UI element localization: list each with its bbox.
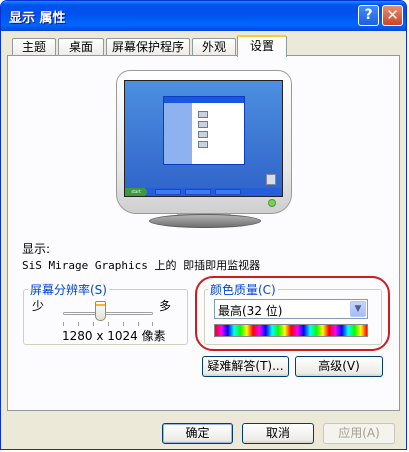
chevron-down-icon[interactable]: ▼ <box>350 301 366 317</box>
slider-tick <box>123 322 124 326</box>
slider-tick <box>108 322 109 326</box>
color-quality-select[interactable]: 最高(32 位) ▼ <box>214 299 368 319</box>
title-bar[interactable]: 显示 属性 ? ✕ <box>1 1 406 31</box>
cancel-button[interactable]: 取消 <box>242 423 314 444</box>
slider-tick <box>138 322 139 326</box>
task-item <box>185 189 211 195</box>
resolution-slider-track[interactable] <box>63 312 153 315</box>
advanced-button[interactable]: 高级(V) <box>295 356 383 377</box>
display-label: 显示: <box>22 242 51 256</box>
color-quality-selected-value: 最高(32 位) <box>218 304 283 318</box>
color-spectrum-preview <box>214 324 368 337</box>
window-title: 显示 属性 <box>9 11 66 26</box>
preview-window <box>163 96 245 165</box>
display-device-name: SiS Mirage Graphics 上的 即插即用监视器 <box>22 259 261 272</box>
troubleshoot-button[interactable]: 疑难解答(T)... <box>202 356 289 377</box>
power-led-icon <box>268 199 276 207</box>
preview-taskbar: start <box>125 188 282 196</box>
preview-window-sidebar <box>164 103 192 164</box>
drive-icon <box>198 131 208 138</box>
task-item <box>155 189 181 195</box>
resolution-less-label: 少 <box>32 299 45 313</box>
tab-desktop[interactable]: 桌面 <box>58 38 104 56</box>
drive-icon <box>198 111 208 118</box>
recycle-bin-icon <box>266 174 276 185</box>
tab-settings[interactable]: 设置 <box>237 35 287 57</box>
slider-tick <box>63 322 64 326</box>
monitor-screen: start <box>124 80 283 197</box>
resolution-value: 1280 x 1024 像素 <box>62 329 166 343</box>
ok-button[interactable]: 确定 <box>162 423 233 444</box>
drive-icon <box>198 141 208 148</box>
task-item <box>215 189 241 195</box>
slider-tick <box>93 322 94 326</box>
apply-button[interactable]: 应用(A) <box>323 423 395 444</box>
tab-themes[interactable]: 主题 <box>12 38 56 56</box>
resolution-slider-thumb[interactable] <box>95 301 106 321</box>
close-button[interactable]: ✕ <box>382 5 403 26</box>
slider-tick <box>152 322 153 326</box>
color-quality-group-title: 颜色质量(C) <box>208 281 278 298</box>
preview-start-button: start <box>125 188 147 196</box>
resolution-group-title: 屏幕分辨率(S) <box>28 281 109 298</box>
tab-appearance[interactable]: 外观 <box>192 38 236 56</box>
resolution-more-label: 多 <box>159 299 172 313</box>
help-button[interactable]: ? <box>358 5 379 26</box>
tab-screensaver[interactable]: 屏幕保护程序 <box>106 38 190 56</box>
drive-icon <box>198 121 208 128</box>
slider-tick <box>78 322 79 326</box>
monitor-base <box>149 214 261 228</box>
